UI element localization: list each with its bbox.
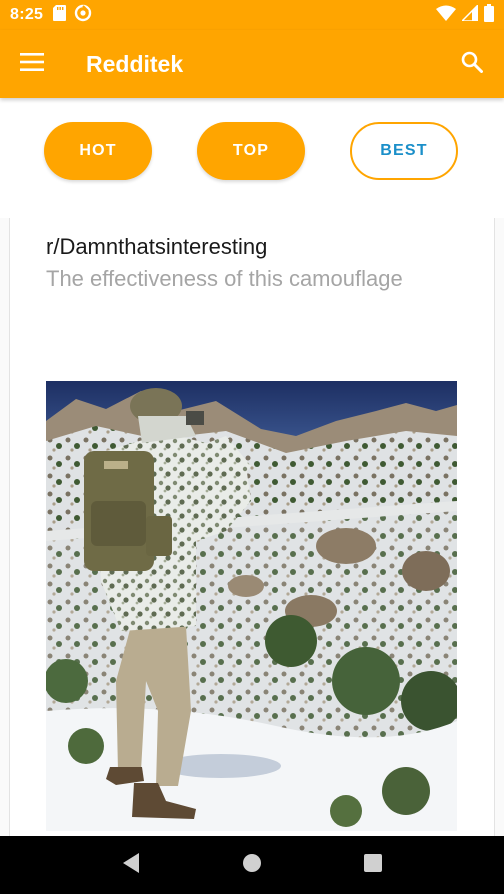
recents-button[interactable] <box>353 845 393 885</box>
post-image[interactable] <box>46 381 457 831</box>
signal-icon <box>460 2 479 26</box>
system-nav-bar <box>0 836 504 894</box>
post-subreddit[interactable]: r/Damnthatsinteresting <box>46 234 267 260</box>
app-bar: Redditek <box>0 30 504 98</box>
wifi-icon <box>436 5 456 26</box>
status-right-icons <box>436 2 494 27</box>
search-icon <box>461 51 483 78</box>
app-screen: 8:25 Redditek HOT TOP BEST r/Damnthatsin… <box>0 0 504 894</box>
back-icon <box>121 852 141 879</box>
filter-best-button[interactable]: BEST <box>350 122 458 180</box>
menu-icon <box>20 52 44 76</box>
back-button[interactable] <box>111 845 151 885</box>
sd-card-icon <box>53 4 67 26</box>
recents-icon <box>364 853 383 877</box>
filter-tabs: HOT TOP BEST <box>0 98 504 218</box>
filter-top-button[interactable]: TOP <box>197 122 305 180</box>
data-saver-icon <box>74 4 92 27</box>
status-time: 8:25 <box>10 6 44 23</box>
status-left-icons <box>53 4 92 27</box>
home-icon <box>242 853 262 878</box>
status-bar: 8:25 <box>0 0 504 30</box>
filter-hot-button[interactable]: HOT <box>44 122 152 180</box>
battery-icon <box>484 3 494 27</box>
menu-button[interactable] <box>0 30 64 98</box>
search-button[interactable] <box>440 30 504 98</box>
post-card[interactable]: r/Damnthatsinteresting The effectiveness… <box>9 218 495 848</box>
post-title: The effectiveness of this camouflage <box>46 266 403 291</box>
home-button[interactable] <box>232 845 272 885</box>
app-title: Redditek <box>86 50 184 77</box>
